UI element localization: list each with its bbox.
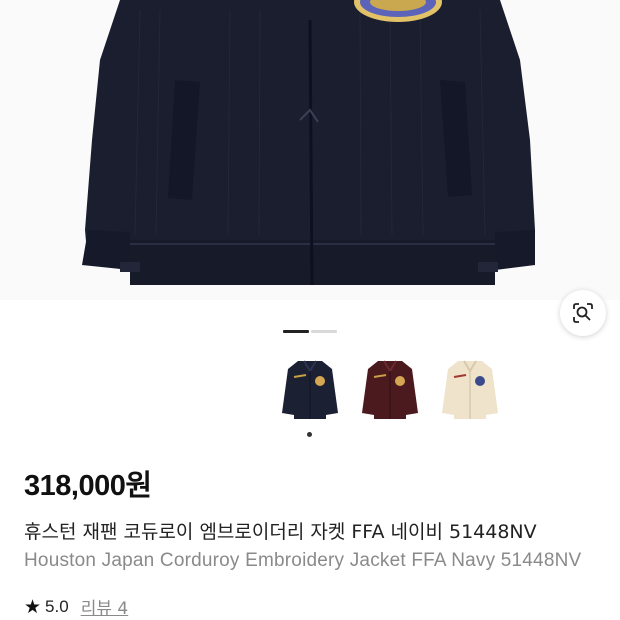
pager-bar[interactable] <box>311 330 337 333</box>
thumbnail-cream[interactable] <box>439 356 501 424</box>
product-image[interactable] <box>0 0 620 300</box>
gallery-pager <box>283 330 337 333</box>
rating-row: ★ 5.0 리뷰 4 <box>24 594 129 620</box>
color-thumbnails <box>279 356 501 424</box>
title-fade-overlay <box>580 512 620 582</box>
product-title-english: Houston Japan Corduroy Embroidery Jacket… <box>24 550 582 571</box>
product-title-korean: 휴스턴 재팬 코듀로이 엠브로이더리 자켓 FFA 네이비 51448NV <box>24 521 537 543</box>
image-search-button[interactable] <box>560 290 606 336</box>
pager-bar-active[interactable] <box>283 330 309 333</box>
lens-search-icon <box>573 303 593 323</box>
thumbnail-burgundy[interactable] <box>359 356 421 424</box>
star-icon: ★ <box>24 595 42 618</box>
jacket-thumb-navy <box>282 360 338 419</box>
jacket-thumb-burgundy <box>362 360 418 419</box>
selected-thumbnail-indicator <box>307 432 312 437</box>
rating-value: 5.0 <box>45 596 69 616</box>
thumbnail-navy[interactable] <box>279 356 341 424</box>
jacket-thumb-cream <box>442 360 498 419</box>
review-count-link[interactable]: 리뷰 4 <box>81 594 129 619</box>
product-price: 318,000원 <box>24 470 152 502</box>
jacket-image <box>82 0 535 286</box>
